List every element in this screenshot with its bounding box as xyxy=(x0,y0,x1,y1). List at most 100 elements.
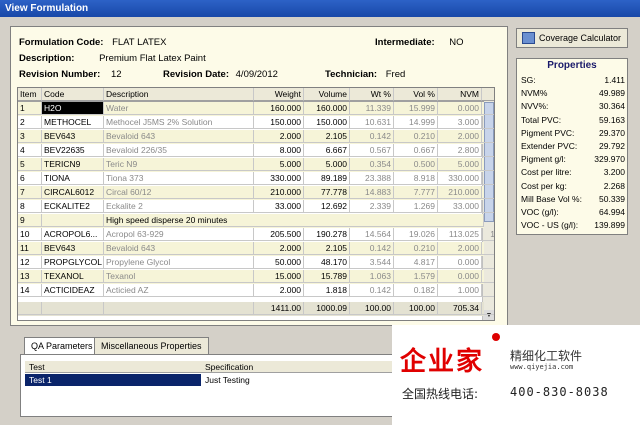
grid-cell[interactable]: 7.777 xyxy=(394,186,438,199)
grid-cell[interactable]: 2.000 xyxy=(438,242,482,255)
grid-cell[interactable]: 0.000 xyxy=(482,270,494,283)
qa-table-row[interactable]: Test 1 Just Testing xyxy=(25,374,405,386)
grid-cell[interactable]: CIRCAL6012 xyxy=(42,186,104,199)
grid-column-header[interactable]: Vol % xyxy=(394,88,438,101)
table-row[interactable]: 2 METHOCEL Methocel J5MS 2% Solution 150.00… xyxy=(18,116,494,130)
grid-cell[interactable]: 330.000 xyxy=(254,172,304,185)
grid-column-header[interactable]: Volume xyxy=(304,88,350,101)
tab-miscellaneous-properties[interactable]: Miscellaneous Properties xyxy=(94,337,209,354)
grid-cell[interactable]: BEV643 xyxy=(42,242,104,255)
grid-cell[interactable]: 1.063 xyxy=(350,270,394,283)
grid-cell[interactable]: 14.999 xyxy=(394,116,438,129)
grid-cell[interactable]: 0.000 xyxy=(482,102,494,115)
grid-cell[interactable]: ACTICIDEAZ xyxy=(42,284,104,297)
grid-cell[interactable]: 5.000 xyxy=(254,158,304,171)
grid-cell[interactable]: 6 xyxy=(18,172,42,185)
grid-cell[interactable]: 12 xyxy=(18,256,42,269)
grid-cell[interactable]: 50.000 xyxy=(254,256,304,269)
grid-cell[interactable]: H2O xyxy=(42,102,104,115)
grid-cell[interactable]: 2 xyxy=(18,116,42,129)
grid-cell[interactable]: 12.692 xyxy=(304,200,350,213)
grid-cell[interactable]: 9 xyxy=(18,214,42,227)
grid-cell[interactable]: 7 xyxy=(18,186,42,199)
grid-cell[interactable]: Eckalite 2 xyxy=(104,200,254,213)
grid-cell[interactable]: Bevaloid 643 xyxy=(104,130,254,143)
grid-cell[interactable]: Texanol xyxy=(104,270,254,283)
grid-cell[interactable]: Methocel J5MS 2% Solution xyxy=(104,116,254,129)
grid-cell[interactable]: 2.000 xyxy=(254,130,304,143)
grid-cell[interactable]: 330.000 xyxy=(438,172,482,185)
grid-cell[interactable]: PROPGLYCOL xyxy=(42,256,104,269)
table-row[interactable]: 7 CIRCAL6012 Circal 60/12 210.000 77.778 14.8… xyxy=(18,186,494,200)
grid-cell[interactable]: Water xyxy=(104,102,254,115)
grid-cell[interactable]: 14.564 xyxy=(350,228,394,241)
grid-cell[interactable]: 0.142 xyxy=(350,130,394,143)
grid-cell[interactable]: 0.567 xyxy=(350,144,394,157)
grid-cell[interactable]: High speed disperse 20 minutes xyxy=(104,214,484,227)
grid-cell[interactable]: 1.760 xyxy=(482,144,494,157)
coverage-calculator-button[interactable]: Coverage Calculator xyxy=(516,28,628,48)
grid-cell[interactable]: Bevaloid 226/35 xyxy=(104,144,254,157)
grid-cell[interactable]: 150.000 xyxy=(254,116,304,129)
grid-cell[interactable]: 210.000 xyxy=(438,186,482,199)
grid-cell[interactable]: 2.105 xyxy=(304,242,350,255)
grid-cell[interactable]: 5.000 xyxy=(438,158,482,171)
grid-cell[interactable]: 2.000 xyxy=(438,130,482,143)
grid-cell[interactable]: 77.778 xyxy=(304,186,350,199)
grid-cell[interactable]: 0.000 xyxy=(438,256,482,269)
grid-cell[interactable]: TERICN9 xyxy=(42,158,104,171)
grid-cell[interactable]: 1 xyxy=(18,102,42,115)
grid-cell[interactable]: 205.500 xyxy=(254,228,304,241)
grid-cell[interactable]: Tiona 373 xyxy=(104,172,254,185)
grid-cell[interactable]: 5 xyxy=(18,158,42,171)
grid-column-header[interactable]: Item xyxy=(18,88,42,101)
grid-cell[interactable]: 6.667 xyxy=(304,144,350,157)
grid-cell[interactable]: 2.000 xyxy=(254,284,304,297)
table-row[interactable]: 14 ACTICIDEAZ Acticied AZ 2.000 1.818 0.142 0.… xyxy=(18,284,494,298)
grid-cell[interactable]: 2.105 xyxy=(482,130,494,143)
grid-cell[interactable]: 15.000 xyxy=(254,270,304,283)
grid-cell[interactable]: 15.789 xyxy=(304,270,350,283)
ingredients-grid[interactable]: ▲ ▼ ItemCodeDescriptionWeightVolumeWt %V… xyxy=(17,87,495,321)
table-row[interactable]: 1 H2O Water 160.000 160.000 11.339 15.999 0.000… xyxy=(18,102,494,116)
grid-cell[interactable]: 1.818 xyxy=(304,284,350,297)
grid-cell[interactable]: 8 xyxy=(18,200,42,213)
grid-column-header[interactable]: Weight xyxy=(254,88,304,101)
grid-cell[interactable]: 0.210 xyxy=(394,242,438,255)
grid-cell[interactable]: TEXANOL xyxy=(42,270,104,283)
grid-cell[interactable]: 113.025 xyxy=(438,228,482,241)
grid-cell[interactable]: Bevaloid 643 xyxy=(104,242,254,255)
grid-column-header[interactable]: NVM xyxy=(438,88,482,101)
grid-cell[interactable]: 19.026 xyxy=(394,228,438,241)
grid-cell[interactable]: 3.000 xyxy=(482,116,494,129)
grid-cell[interactable]: 33.000 xyxy=(254,200,304,213)
grid-cell[interactable]: 89.189 xyxy=(304,172,350,185)
grid-cell[interactable]: BEV22635 xyxy=(42,144,104,157)
grid-cell[interactable]: 0.900 xyxy=(482,284,494,297)
grid-cell[interactable]: 0.000 xyxy=(438,102,482,115)
grid-cell[interactable]: 14 xyxy=(18,284,42,297)
grid-cell[interactable]: 0.182 xyxy=(394,284,438,297)
grid-cell[interactable]: 11.339 xyxy=(350,102,394,115)
grid-cell[interactable]: 5.000 xyxy=(304,158,350,171)
grid-cell[interactable]: 23.388 xyxy=(350,172,394,185)
qa-spec-cell[interactable]: Just Testing xyxy=(201,374,405,386)
grid-cell[interactable]: 1.269 xyxy=(394,200,438,213)
grid-cell[interactable] xyxy=(42,214,104,227)
grid-cell[interactable]: 0.210 xyxy=(394,130,438,143)
table-row[interactable]: 3 BEV643 Bevaloid 643 2.000 2.105 0.142 0.210 2… xyxy=(18,130,494,144)
grid-cell[interactable]: 33.000 xyxy=(438,200,482,213)
grid-cell[interactable]: 8.918 xyxy=(394,172,438,185)
grid-cell[interactable]: 210.000 xyxy=(254,186,304,199)
grid-cell[interactable]: 0.000 xyxy=(438,270,482,283)
grid-cell[interactable]: 8.000 xyxy=(254,144,304,157)
grid-cell[interactable]: 2.800 xyxy=(438,144,482,157)
grid-cell[interactable]: Acropol 63-929 xyxy=(104,228,254,241)
grid-cell[interactable]: 160.000 xyxy=(254,102,304,115)
table-row[interactable]: 10 ACROPOL6... Acropol 63-929 205.500 190.27… xyxy=(18,228,494,242)
grid-cell[interactable]: 15.999 xyxy=(394,102,438,115)
grid-cell[interactable]: 2.000 xyxy=(254,242,304,255)
grid-cell[interactable]: 2.105 xyxy=(482,242,494,255)
grid-cell[interactable]: 3.000 xyxy=(438,116,482,129)
grid-cell[interactable]: 2.339 xyxy=(350,200,394,213)
